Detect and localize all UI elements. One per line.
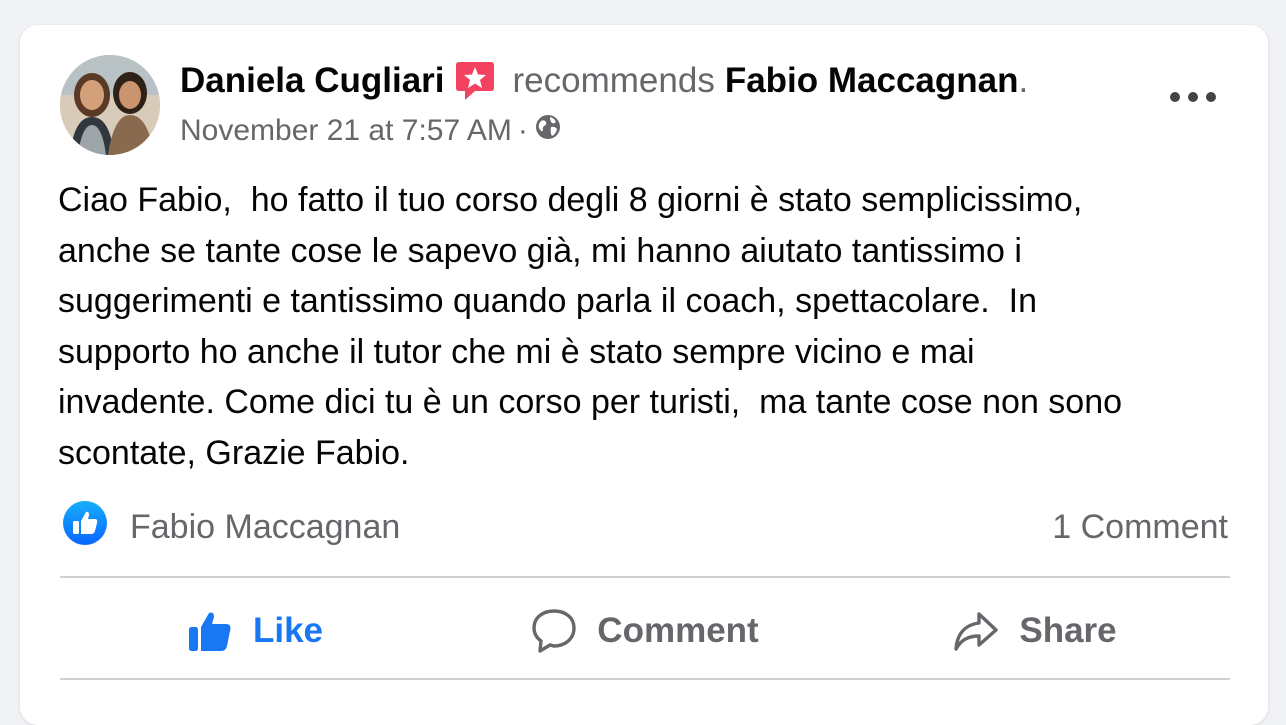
like-button[interactable]: Like [60, 583, 450, 679]
liked-by-name: Fabio Maccagnan [130, 507, 401, 546]
post-body-line: Ciao Fabio, ho fatto il tuo corso degli … [58, 181, 1083, 219]
post-timestamp[interactable]: November 21 at 7:57 AM [180, 114, 512, 148]
post-card: Daniela Cugliari recommends Fabio Maccag… [20, 25, 1268, 725]
page-name-link[interactable]: Fabio Maccagnan [725, 61, 1019, 101]
thumbs-up-icon [188, 612, 231, 651]
post-meta: November 21 at 7:57 AM · [180, 111, 562, 151]
comment-button[interactable]: Comment [450, 583, 840, 679]
share-label: Share [1019, 611, 1117, 650]
divider [60, 678, 1230, 680]
period: . [1018, 61, 1029, 100]
post-header: Daniela Cugliari recommends Fabio Maccag… [180, 55, 1028, 107]
action-bar: Like Comment Share [60, 583, 1230, 679]
post-body: Ciao Fabio, ho fatto il tuo corso degli … [58, 175, 1248, 478]
meta-separator: · [517, 114, 528, 147]
globe-icon[interactable] [534, 113, 562, 149]
post-body-line: supporto ho anche il tutor che mi è stat… [58, 332, 975, 371]
recommends-label: recommends [512, 61, 715, 100]
comments-count[interactable]: 1 Comment [1052, 503, 1228, 551]
divider [60, 576, 1230, 578]
post-body-line: scontate, Grazie Fabio. [58, 433, 410, 472]
more-options-icon[interactable] [1170, 87, 1216, 107]
post-body-line: invadente. Come dici tu è un corso per t… [58, 383, 1123, 421]
share-icon [954, 612, 999, 651]
comment-label: Comment [597, 611, 759, 650]
comment-icon [532, 609, 576, 653]
post-body-line: anche se tante cose le sapevo già, mi ha… [58, 231, 1022, 270]
avatar[interactable] [60, 55, 160, 155]
author-name[interactable]: Daniela Cugliari [180, 61, 445, 101]
post-body-line: suggerimenti e tantissimo quando parla i… [58, 282, 1037, 320]
like-label: Like [252, 611, 324, 650]
like-reaction-icon [62, 500, 130, 555]
share-button[interactable]: Share [840, 583, 1230, 679]
recommend-badge-icon [455, 60, 495, 102]
reactions-summary[interactable]: Fabio Maccagnan [62, 500, 401, 551]
